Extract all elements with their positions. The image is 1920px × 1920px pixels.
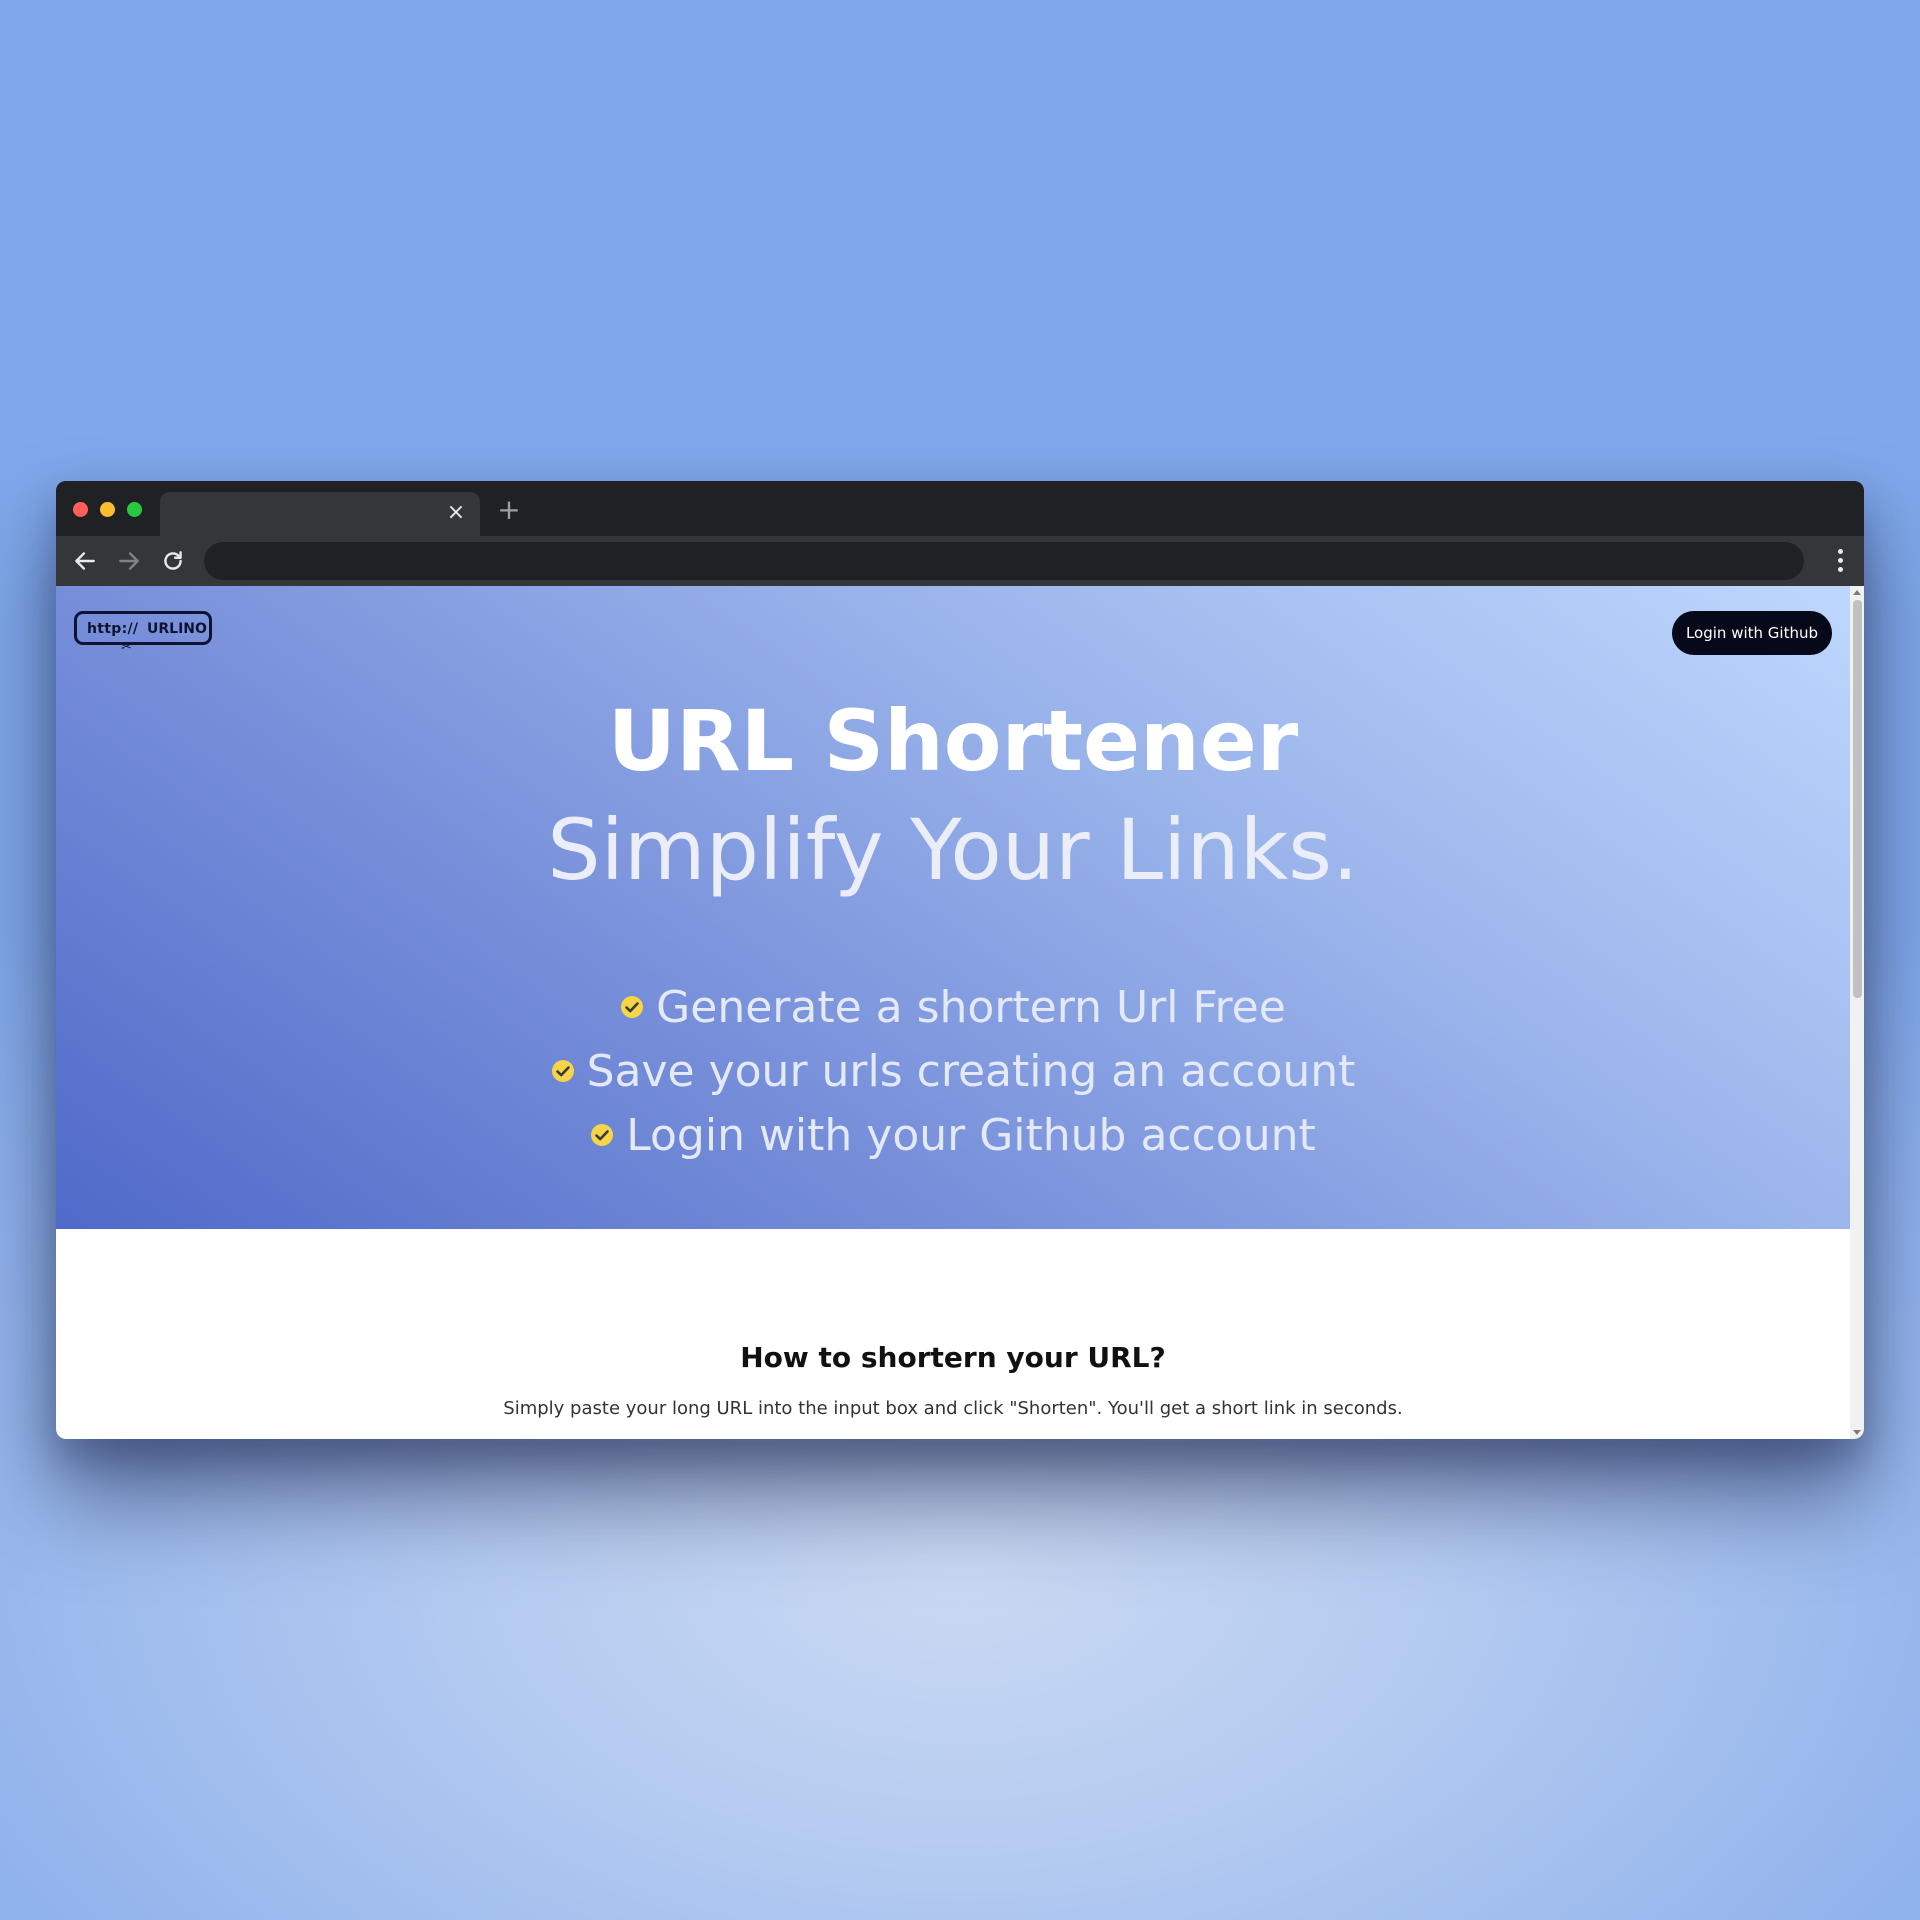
- maximize-window-button[interactable]: [127, 502, 142, 517]
- feature-text: Save your urls creating an account: [586, 1046, 1356, 1097]
- close-window-button[interactable]: [73, 502, 88, 517]
- forward-arrow-icon[interactable]: [116, 548, 142, 574]
- how-to-description: Simply paste your long URL into the inpu…: [503, 1398, 1403, 1419]
- hero-section: http:// URLINO ✂ Login with Github URL S…: [56, 586, 1850, 1229]
- check-circle-icon: [590, 1123, 614, 1147]
- logo-prefix: http://: [87, 621, 139, 637]
- back-arrow-icon[interactable]: [72, 548, 98, 574]
- scissors-icon: ✂: [121, 640, 132, 655]
- feature-item: Save your urls creating an account: [56, 1040, 1850, 1104]
- new-tab-icon[interactable]: +: [494, 495, 524, 525]
- reload-icon[interactable]: [160, 548, 186, 574]
- feature-text: Login with your Github account: [626, 1110, 1316, 1161]
- check-circle-icon: [551, 1059, 575, 1083]
- how-to-heading: How to shortern your URL?: [740, 1341, 1166, 1374]
- hero-title: URL Shortener: [607, 692, 1299, 790]
- urlino-logo[interactable]: http:// URLINO ✂: [74, 611, 212, 655]
- logo-name: URLINO: [147, 621, 207, 637]
- feature-item: Login with your Github account: [56, 1104, 1850, 1168]
- tab-close-icon[interactable]: ×: [444, 501, 468, 525]
- address-bar[interactable]: [204, 542, 1804, 580]
- page-scrollbar[interactable]: [1850, 586, 1864, 1439]
- feature-item: Generate a shortern Url Free: [56, 976, 1850, 1040]
- minimize-window-button[interactable]: [100, 502, 115, 517]
- page-viewport: http:// URLINO ✂ Login with Github URL S…: [56, 586, 1850, 1439]
- hero-subtitle: Simplify Your Links.: [547, 801, 1359, 899]
- scrollbar-thumb[interactable]: [1853, 600, 1862, 998]
- check-circle-icon: [620, 995, 644, 1019]
- login-with-github-button[interactable]: Login with Github: [1672, 611, 1832, 655]
- browser-toolbar: [56, 536, 1864, 586]
- tab-bar: × +: [56, 481, 1864, 536]
- feature-list: Generate a shortern Url Free Save your u…: [56, 976, 1850, 1168]
- browser-window: × + http:// URLINO ✂ Login with Github U…: [56, 481, 1864, 1439]
- kebab-menu-icon[interactable]: [1826, 547, 1854, 575]
- scroll-up-arrow-icon[interactable]: [1853, 590, 1861, 595]
- scroll-down-arrow-icon[interactable]: [1853, 1430, 1861, 1435]
- browser-tab[interactable]: ×: [160, 492, 480, 536]
- feature-text: Generate a shortern Url Free: [656, 982, 1286, 1033]
